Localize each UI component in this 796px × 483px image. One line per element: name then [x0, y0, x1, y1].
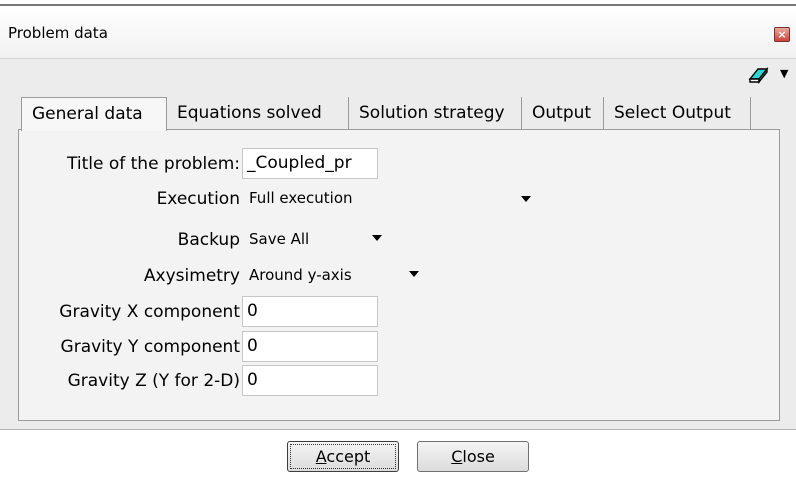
axysimetry-label: Axysimetry: [143, 266, 240, 286]
close-icon[interactable]: ×: [774, 27, 790, 42]
tab-solution-strategy[interactable]: Solution strategy: [349, 97, 522, 130]
execution-label: Execution: [156, 189, 240, 209]
toolbar-menu-arrow-icon[interactable]: ▼: [780, 67, 788, 80]
close-button[interactable]: Close: [417, 441, 529, 472]
tab-select-output[interactable]: Select Output: [604, 97, 751, 130]
window-title: Problem data: [8, 24, 108, 42]
toolbar: ▼: [0, 58, 796, 90]
eraser-icon[interactable]: [747, 66, 769, 84]
tab-label: Output: [532, 103, 592, 123]
tab-label: Solution strategy: [359, 103, 505, 123]
execution-select[interactable]: Full execution: [249, 189, 353, 207]
tab-equations-solved[interactable]: Equations solved: [167, 97, 349, 130]
problem-data-window: Problem data × ▼ General data Equations …: [0, 0, 796, 483]
tab-label: General data: [32, 104, 143, 124]
tab-output[interactable]: Output: [522, 97, 604, 130]
title-of-problem-label: Title of the problem:: [67, 154, 240, 174]
title-of-problem-input[interactable]: _Coupled_pr: [242, 148, 378, 179]
tab-label: Select Output: [614, 103, 731, 123]
backup-select[interactable]: Save All: [249, 230, 309, 248]
gravity-x-input[interactable]: 0: [242, 296, 378, 327]
gravity-y-label: Gravity Y component: [60, 337, 240, 357]
accept-button[interactable]: Accept: [287, 441, 399, 472]
axysimetry-dropdown-icon[interactable]: [409, 271, 419, 277]
gravity-z-input[interactable]: 0: [242, 365, 378, 396]
backup-dropdown-icon[interactable]: [372, 235, 382, 241]
gravity-y-input[interactable]: 0: [242, 331, 378, 362]
gravity-z-label: Gravity Z (Y for 2-D): [67, 371, 240, 391]
accept-label: ccept: [326, 447, 371, 466]
tab-label: Equations solved: [177, 103, 322, 123]
axysimetry-select[interactable]: Around y-axis: [249, 266, 352, 284]
backup-label: Backup: [177, 230, 240, 250]
gravity-x-label: Gravity X component: [59, 302, 240, 322]
accept-mnemonic: A: [315, 447, 327, 466]
close-mnemonic: C: [451, 447, 463, 466]
title-bar[interactable]: Problem data ×: [0, 6, 796, 58]
tab-general-data[interactable]: General data: [21, 97, 167, 131]
close-label: lose: [462, 447, 495, 466]
execution-dropdown-icon[interactable]: [521, 196, 531, 202]
